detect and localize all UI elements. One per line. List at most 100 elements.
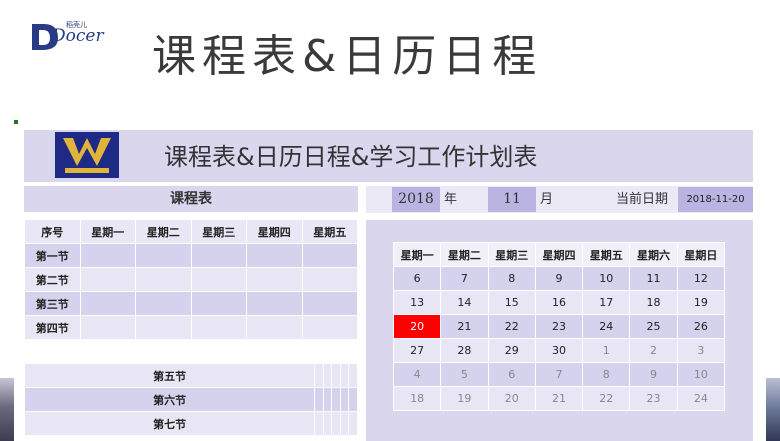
calendar-day-cell[interactable]: 6: [487, 362, 536, 387]
calendar-day-cell[interactable]: 10: [582, 266, 631, 291]
timetable-cell[interactable]: [190, 267, 247, 292]
timetable-header-cell[interactable]: 星期二: [135, 219, 192, 244]
weekday-header[interactable]: 星期日: [676, 242, 726, 267]
calendar-day-cell[interactable]: 14: [440, 290, 489, 315]
weekday-header[interactable]: 星期一: [392, 242, 442, 267]
timetable-cell[interactable]: [301, 315, 358, 340]
timetable-cell[interactable]: [348, 411, 358, 436]
weekday-header[interactable]: 星期六: [629, 242, 678, 267]
calendar-day-cell[interactable]: 26: [676, 314, 726, 339]
calendar-day-cell[interactable]: 11: [629, 266, 678, 291]
calendar-day-cell[interactable]: 23: [534, 314, 584, 339]
timetable-cell[interactable]: [331, 387, 341, 412]
calendar-day-cell[interactable]: 29: [487, 338, 536, 363]
timetable-cell[interactable]: [339, 411, 350, 436]
calendar-day-cell[interactable]: 17: [582, 290, 631, 315]
timetable-header-cell[interactable]: 星期四: [246, 219, 303, 244]
calendar-day-cell[interactable]: 6: [392, 266, 442, 291]
calendar-day-cell[interactable]: 24: [676, 386, 726, 411]
calendar-day-cell[interactable]: 16: [534, 290, 584, 315]
calendar-day-cell[interactable]: 19: [676, 290, 726, 315]
timetable-header-cell[interactable]: 星期五: [301, 219, 358, 244]
timetable-cell[interactable]: [348, 387, 358, 412]
calendar-day-cell[interactable]: 1: [582, 338, 631, 363]
timetable-cell[interactable]: [331, 363, 341, 388]
calendar-day-cell[interactable]: 12: [676, 266, 726, 291]
calendar-day-cell[interactable]: 21: [534, 386, 584, 411]
weekday-header[interactable]: 星期二: [440, 242, 489, 267]
calendar-day-cell[interactable]: 20: [487, 386, 536, 411]
period-label-cell[interactable]: 第五节: [23, 363, 316, 388]
timetable-header-cell[interactable]: 序号: [24, 219, 81, 244]
timetable-cell[interactable]: [322, 387, 333, 412]
calendar-day-cell[interactable]: 8: [487, 266, 536, 291]
calendar-day-cell[interactable]: 22: [487, 314, 536, 339]
timetable-header-cell[interactable]: 星期三: [190, 219, 247, 244]
timetable-cell[interactable]: [301, 243, 358, 268]
calendar-day-cell[interactable]: 3: [676, 338, 726, 363]
calendar-day-cell[interactable]: 19: [440, 386, 489, 411]
timetable-cell[interactable]: [246, 315, 303, 340]
period-label-cell[interactable]: 第七节: [23, 411, 316, 436]
period-label-cell[interactable]: 第四节: [24, 315, 81, 340]
calendar-day-cell[interactable]: 18: [629, 290, 678, 315]
weekday-header[interactable]: 星期三: [487, 242, 536, 267]
calendar-day-cell[interactable]: 9: [629, 362, 678, 387]
period-label-cell[interactable]: 第三节: [24, 291, 81, 316]
timetable-cell[interactable]: [331, 411, 341, 436]
calendar-day-cell[interactable]: 18: [392, 386, 442, 411]
calendar-today-cell[interactable]: 20: [392, 314, 442, 339]
timetable-cell[interactable]: [79, 267, 136, 292]
timetable-cell[interactable]: [79, 243, 136, 268]
timetable-cell[interactable]: [314, 411, 324, 436]
timetable-cell[interactable]: [190, 291, 247, 316]
timetable-cell[interactable]: [301, 291, 358, 316]
timetable-cell[interactable]: [339, 387, 350, 412]
timetable-cell[interactable]: [322, 411, 333, 436]
calendar-day-cell[interactable]: 25: [629, 314, 678, 339]
timetable-cell[interactable]: [135, 291, 192, 316]
year-input[interactable]: 2018: [392, 187, 440, 212]
calendar-day-cell[interactable]: 4: [392, 362, 442, 387]
calendar-day-cell[interactable]: 21: [440, 314, 489, 339]
timetable-cell[interactable]: [190, 315, 247, 340]
calendar-day-cell[interactable]: 8: [582, 362, 631, 387]
period-label-cell[interactable]: 第二节: [24, 267, 81, 292]
timetable-cell[interactable]: [246, 267, 303, 292]
calendar-day-cell[interactable]: 15: [487, 290, 536, 315]
weekday-header[interactable]: 星期五: [582, 242, 631, 267]
calendar-day-cell[interactable]: 23: [629, 386, 678, 411]
timetable-cell[interactable]: [79, 315, 136, 340]
calendar-day-cell[interactable]: 7: [534, 362, 584, 387]
calendar-day-cell[interactable]: 28: [440, 338, 489, 363]
timetable-cell[interactable]: [79, 291, 136, 316]
timetable-cell[interactable]: [322, 363, 333, 388]
timetable-cell[interactable]: [314, 387, 324, 412]
calendar-day-cell[interactable]: 30: [534, 338, 584, 363]
calendar-day-cell[interactable]: 24: [582, 314, 631, 339]
timetable-cell[interactable]: [135, 267, 192, 292]
calendar-day-cell[interactable]: 7: [440, 266, 489, 291]
weekday-header[interactable]: 星期四: [534, 242, 584, 267]
calendar-day-cell[interactable]: 10: [676, 362, 726, 387]
timetable-cell[interactable]: [246, 243, 303, 268]
timetable-cell[interactable]: [301, 267, 358, 292]
timetable-cell[interactable]: [135, 243, 192, 268]
calendar-day-cell[interactable]: 27: [392, 338, 442, 363]
calendar-day-cell[interactable]: 9: [534, 266, 584, 291]
calendar-day-cell[interactable]: 22: [582, 386, 631, 411]
calendar-day-cell[interactable]: 2: [629, 338, 678, 363]
timetable-cell[interactable]: [246, 291, 303, 316]
calendar-day-cell[interactable]: 13: [392, 290, 442, 315]
calendar-day-cell[interactable]: 5: [440, 362, 489, 387]
timetable-cell[interactable]: [339, 363, 350, 388]
timetable-header-cell[interactable]: 星期一: [79, 219, 136, 244]
timetable-cell[interactable]: [314, 363, 324, 388]
timetable-cell[interactable]: [190, 243, 247, 268]
timetable-cell[interactable]: [348, 363, 358, 388]
current-date-value[interactable]: 2018-11-20: [678, 187, 753, 212]
period-label-cell[interactable]: 第六节: [23, 387, 316, 412]
timetable-cell[interactable]: [135, 315, 192, 340]
period-label-cell[interactable]: 第一节: [24, 243, 81, 268]
month-input[interactable]: 11: [488, 187, 536, 212]
